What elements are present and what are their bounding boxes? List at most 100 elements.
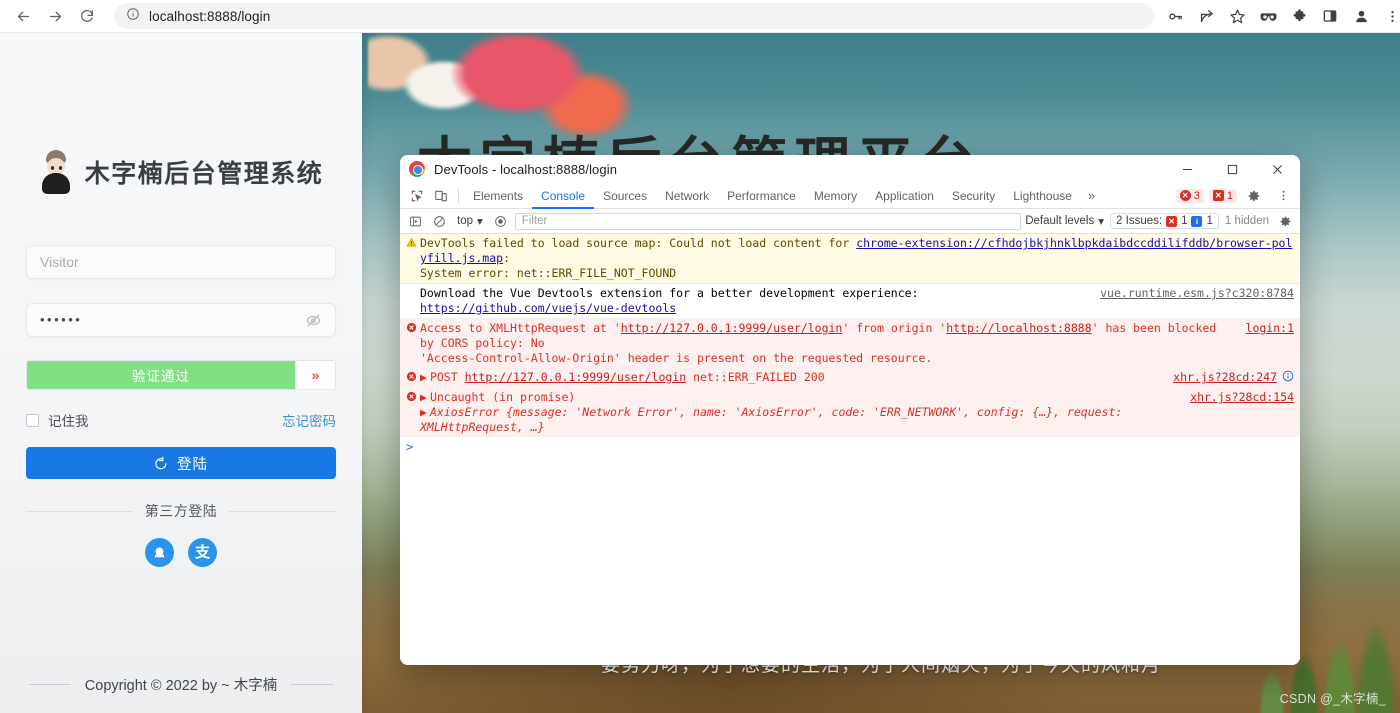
username-field[interactable] xyxy=(26,245,336,279)
qq-penguin-icon[interactable] xyxy=(145,538,174,567)
site-info-icon[interactable] xyxy=(126,7,140,26)
login-arrow-icon xyxy=(155,456,167,469)
info-message-body: Download the Vue Devtools extension for … xyxy=(420,286,1090,316)
extensions-puzzle-icon[interactable] xyxy=(1284,1,1314,31)
console-prompt[interactable]: > xyxy=(400,437,1300,457)
user-avatar-icon xyxy=(39,150,73,194)
execution-context-selector[interactable]: top ▾ xyxy=(453,214,487,228)
reload-icon[interactable] xyxy=(72,1,102,31)
cors-line-2: 'Access-Control-Allow-Origin' header is … xyxy=(420,351,933,365)
info-source-link[interactable]: vue.runtime.esm.js?c320:8784 xyxy=(1090,286,1294,301)
info-circle-icon[interactable] xyxy=(1277,370,1294,386)
login-panel: 木字楠后台管理系统 •••••• 验证通过 » 记住我 忘记密码 登陆 xyxy=(0,33,362,713)
maximize-icon[interactable] xyxy=(1210,155,1255,183)
browser-toolbar: localhost:8888/login xyxy=(0,0,1400,33)
tab-console[interactable]: Console xyxy=(532,183,594,209)
inspect-element-icon[interactable] xyxy=(405,184,429,208)
console-message-cors-error[interactable]: Access to XMLHttpRequest at 'http://127.… xyxy=(400,319,1300,368)
minimize-icon[interactable] xyxy=(1165,155,1210,183)
cors-source-link[interactable]: login:1 xyxy=(1236,321,1294,336)
post-url-link[interactable]: http://127.0.0.1:9999/user/login xyxy=(465,370,687,384)
alipay-glyph: 支 xyxy=(194,544,210,561)
tab-elements[interactable]: Elements xyxy=(464,183,532,209)
issues-pill[interactable]: 2 Issues: ✕ 1 i 1 xyxy=(1110,213,1219,229)
console-log-area[interactable]: DevTools failed to load source map: Coul… xyxy=(400,234,1300,665)
back-icon[interactable] xyxy=(8,1,38,31)
tab-sources[interactable]: Sources xyxy=(594,183,656,209)
error-count: 3 xyxy=(1193,189,1200,202)
live-expression-icon[interactable] xyxy=(491,211,511,231)
devtools-window: DevTools - localhost:8888/login Elements… xyxy=(400,155,1300,665)
warning-count-badge[interactable]: ✕ 1 xyxy=(1208,188,1237,203)
kebab-menu-icon[interactable] xyxy=(1271,184,1295,208)
side-panel-icon[interactable] xyxy=(1315,1,1345,31)
bookmark-star-icon[interactable] xyxy=(1222,1,1252,31)
devtools-tabbar: Elements Console Sources Network Perform… xyxy=(400,183,1300,209)
expand-arrow-icon-2[interactable]: ▶ xyxy=(420,405,427,419)
profile-avatar-icon[interactable] xyxy=(1346,1,1376,31)
expand-arrow-icon[interactable]: ▶ xyxy=(420,370,427,384)
post-source-link[interactable]: xhr.js?28cd:247 xyxy=(1163,370,1277,385)
console-sidebar-icon[interactable] xyxy=(405,211,425,231)
navigation-buttons xyxy=(0,1,102,31)
checkbox-box[interactable] xyxy=(26,413,39,427)
hidden-messages-count: 1 hidden xyxy=(1224,215,1269,227)
address-bar[interactable]: localhost:8888/login xyxy=(114,3,1154,29)
remember-me-label: 记住我 xyxy=(48,414,89,429)
console-message-post-error[interactable]: ▶ POST http://127.0.0.1:9999/user/login n… xyxy=(400,368,1300,388)
execution-context-label: top xyxy=(457,215,473,227)
captcha-handle[interactable]: » xyxy=(295,361,335,389)
console-filter-input[interactable]: Filter xyxy=(514,212,1022,230)
eye-off-icon[interactable] xyxy=(305,312,322,329)
vue-devtools-link[interactable]: https://github.com/vuejs/vue-devtools xyxy=(420,301,676,315)
remember-row: 记住我 忘记密码 xyxy=(26,410,336,430)
tab-memory[interactable]: Memory xyxy=(805,183,866,209)
uncaught-text: Uncaught (in promise) xyxy=(429,390,576,404)
alipay-icon[interactable]: 支 xyxy=(188,538,217,567)
prompt-caret: > xyxy=(406,440,414,454)
console-error-group: Access to XMLHttpRequest at 'http://127.… xyxy=(400,319,1300,437)
device-toolbar-icon[interactable] xyxy=(429,184,453,208)
chrome-logo-icon xyxy=(409,161,425,177)
post-method: POST xyxy=(429,370,458,384)
expand-arrow-icon[interactable]: ▶ xyxy=(420,390,427,404)
key-icon[interactable] xyxy=(1160,1,1190,31)
error-count-badge[interactable]: ✕ 3 xyxy=(1175,188,1204,203)
kebab-menu-icon[interactable] xyxy=(1377,1,1400,31)
tab-performance[interactable]: Performance xyxy=(718,183,805,209)
login-button[interactable]: 登陆 xyxy=(26,447,336,479)
cors-origin-url-link[interactable]: http://localhost:8888 xyxy=(946,321,1091,335)
share-icon[interactable] xyxy=(1191,1,1221,31)
error-circle-icon xyxy=(406,370,420,386)
tab-application[interactable]: Application xyxy=(866,183,943,209)
password-field[interactable]: •••••• xyxy=(26,303,336,337)
gear-icon[interactable] xyxy=(1242,184,1266,208)
tab-security[interactable]: Security xyxy=(943,183,1004,209)
more-tabs-icon[interactable]: » xyxy=(1081,188,1102,203)
close-icon[interactable] xyxy=(1255,155,1300,183)
tab-network[interactable]: Network xyxy=(656,183,718,209)
console-toolbar-right: Default levels ▾ 2 Issues: ✕ 1 i 1 1 hid… xyxy=(1025,211,1295,231)
tab-lighthouse[interactable]: Lighthouse xyxy=(1004,183,1081,209)
axios-source-link[interactable]: xhr.js?28cd:154 xyxy=(1180,390,1294,405)
gear-icon[interactable] xyxy=(1275,211,1295,231)
copyright-rule-right xyxy=(291,684,334,685)
username-input[interactable] xyxy=(40,254,322,270)
captcha-slider[interactable]: 验证通过 » xyxy=(26,360,336,390)
cors-error-body: Access to XMLHttpRequest at 'http://127.… xyxy=(420,321,1236,366)
console-message-warning[interactable]: DevTools failed to load source map: Coul… xyxy=(400,234,1300,284)
devtools-status-badges: ✕ 3 ✕ 1 xyxy=(1175,184,1300,208)
clear-console-icon[interactable] xyxy=(429,211,449,231)
remember-me-checkbox[interactable]: 记住我 xyxy=(26,410,89,430)
info-text: Download the Vue Devtools extension for … xyxy=(420,286,919,300)
forward-icon[interactable] xyxy=(40,1,70,31)
issues-info-icon: i xyxy=(1191,215,1203,227)
forgot-password-link[interactable]: 忘记密码 xyxy=(282,410,336,430)
console-message-axios-error[interactable]: ▶ Uncaught (in promise) ▶ AxiosError {mess… xyxy=(400,388,1300,437)
devtools-titlebar: DevTools - localhost:8888/login xyxy=(400,155,1300,183)
console-message-info[interactable]: Download the Vue Devtools extension for … xyxy=(400,284,1300,319)
glasses-icon[interactable] xyxy=(1253,1,1283,31)
log-levels-selector[interactable]: Default levels ▾ xyxy=(1025,214,1104,228)
log-levels-label: Default levels xyxy=(1025,215,1095,227)
cors-request-url-link[interactable]: http://127.0.0.1:9999/user/login xyxy=(621,321,843,335)
